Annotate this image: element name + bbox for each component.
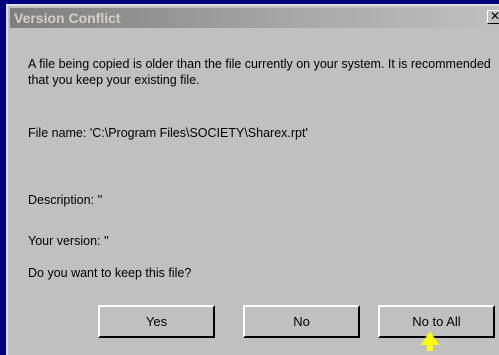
dialog-title: Version Conflict <box>14 10 121 26</box>
arrow-pointer-stem <box>427 343 433 351</box>
yes-button[interactable]: Yes <box>98 305 215 338</box>
file-name-line: File name: 'C:\Program Files\SOCIETY\Sha… <box>28 126 308 140</box>
title-bar[interactable]: Version Conflict ✕ <box>10 8 499 28</box>
keep-file-question: Do you want to keep this file? <box>28 266 192 280</box>
close-icon[interactable]: ✕ <box>487 10 499 24</box>
your-version-line: Your version: '' <box>28 234 109 248</box>
version-conflict-dialog: Version Conflict ✕ A file being copied i… <box>6 4 499 355</box>
dialog-message: A file being copied is older than the fi… <box>28 57 491 87</box>
no-button[interactable]: No <box>243 305 360 338</box>
description-line: Description: '' <box>28 193 103 207</box>
